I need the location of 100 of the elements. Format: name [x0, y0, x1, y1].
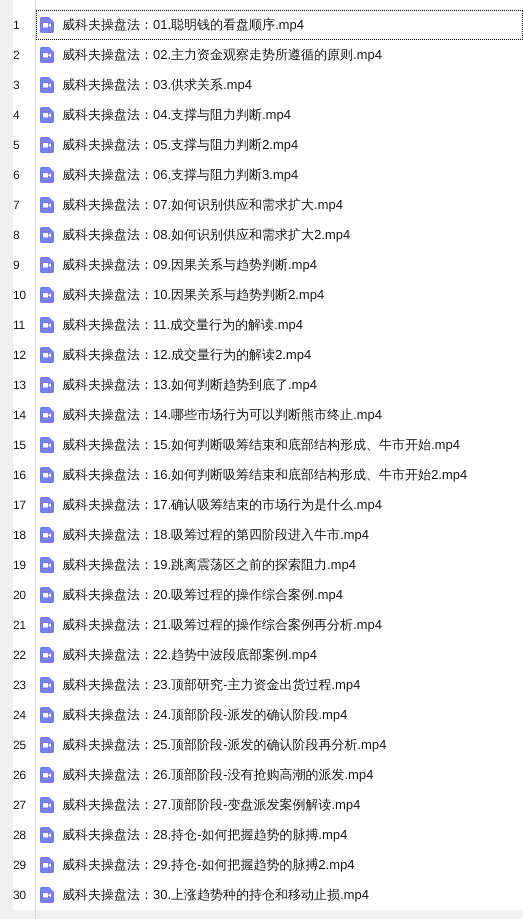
- file-row[interactable]: 威科夫操盘法：01.聪明钱的看盘顺序.mp4: [36, 10, 523, 40]
- file-row[interactable]: 威科夫操盘法：12.成交量行为的解读2.mp4: [36, 340, 523, 370]
- file-row[interactable]: 威科夫操盘法：09.因果关系与趋势判断.mp4: [36, 250, 523, 280]
- file-row[interactable]: 威科夫操盘法：16.如何判断吸筹结束和底部结构形成、牛市开始2.mp4: [36, 460, 523, 490]
- file-row[interactable]: 威科夫操盘法：22.趋势中波段底部案例.mp4: [36, 640, 523, 670]
- file-row[interactable]: 威科夫操盘法：10.因果关系与趋势判断2.mp4: [36, 280, 523, 310]
- file-row[interactable]: 威科夫操盘法：03.供求关系.mp4: [36, 70, 523, 100]
- file-name: 威科夫操盘法：02.主力资金观察走势所遵循的原则.mp4: [62, 46, 382, 64]
- row-number: 12: [13, 347, 26, 364]
- file-name: 威科夫操盘法：29.持仓-如何把握趋势的脉搏2.mp4: [62, 856, 355, 874]
- row-number: 7: [13, 197, 20, 214]
- video-file-icon: [40, 827, 54, 843]
- video-file-icon: [40, 857, 54, 873]
- file-row[interactable]: 威科夫操盘法：06.支撑与阻力判断3.mp4: [36, 160, 523, 190]
- video-file-icon: [40, 467, 54, 483]
- file-row[interactable]: 威科夫操盘法：07.如何识别供应和需求扩大.mp4: [36, 190, 523, 220]
- file-row[interactable]: 威科夫操盘法：19.跳离震荡区之前的探索阻力.mp4: [36, 550, 523, 580]
- row-number: 28: [13, 827, 26, 844]
- video-file-icon: [40, 227, 54, 243]
- file-row[interactable]: 威科夫操盘法：17.确认吸筹结束的市场行为是什么.mp4: [36, 490, 523, 520]
- row-number: 8: [13, 227, 20, 244]
- video-file-icon: [40, 497, 54, 513]
- row-number: 4: [13, 107, 20, 124]
- file-name: 威科夫操盘法：16.如何判断吸筹结束和底部结构形成、牛市开始2.mp4: [62, 466, 468, 484]
- video-file-icon: [40, 407, 54, 423]
- file-row[interactable]: 威科夫操盘法：20.吸筹过程的操作综合案例.mp4: [36, 580, 523, 610]
- video-file-icon: [40, 887, 54, 903]
- file-row[interactable]: 威科夫操盘法：15.如何判断吸筹结束和底部结构形成、牛市开始.mp4: [36, 430, 523, 460]
- row-number: 9: [13, 257, 20, 274]
- file-name: 威科夫操盘法：14.哪些市场行为可以判断熊市终止.mp4: [62, 406, 382, 424]
- file-row[interactable]: 威科夫操盘法：14.哪些市场行为可以判断熊市终止.mp4: [36, 400, 523, 430]
- file-row[interactable]: 威科夫操盘法：26.顶部阶段-没有抢购高潮的派发.mp4: [36, 760, 523, 790]
- video-file-icon: [40, 797, 54, 813]
- row-number: 21: [13, 617, 26, 634]
- file-name: 威科夫操盘法：18.吸筹过程的第四阶段进入牛市.mp4: [62, 526, 369, 544]
- file-row[interactable]: 威科夫操盘法：08.如何识别供应和需求扩大2.mp4: [36, 220, 523, 250]
- video-file-icon: [40, 77, 54, 93]
- file-name: 威科夫操盘法：24.顶部阶段-派发的确认阶段.mp4: [62, 706, 348, 724]
- file-name: 威科夫操盘法：27.顶部阶段-变盘派发案例解读.mp4: [62, 796, 360, 814]
- file-row[interactable]: 威科夫操盘法：28.持仓-如何把握趋势的脉搏.mp4: [36, 820, 523, 850]
- row-number: 22: [13, 647, 26, 664]
- file-row[interactable]: 威科夫操盘法：24.顶部阶段-派发的确认阶段.mp4: [36, 700, 523, 730]
- video-file-icon: [40, 737, 54, 753]
- video-file-icon: [40, 137, 54, 153]
- file-row[interactable]: 威科夫操盘法：21.吸筹过程的操作综合案例再分析.mp4: [36, 610, 523, 640]
- row-number: 29: [13, 857, 26, 874]
- file-row[interactable]: 威科夫操盘法：18.吸筹过程的第四阶段进入牛市.mp4: [36, 520, 523, 550]
- row-number: 15: [13, 437, 26, 454]
- file-name: 威科夫操盘法：11.成交量行为的解读.mp4: [62, 316, 304, 334]
- video-file-icon: [40, 317, 54, 333]
- row-number: 26: [13, 767, 26, 784]
- file-row[interactable]: 威科夫操盘法：27.顶部阶段-变盘派发案例解读.mp4: [36, 790, 523, 820]
- video-file-icon: [40, 287, 54, 303]
- file-name: 威科夫操盘法：03.供求关系.mp4: [62, 76, 252, 94]
- file-name: 威科夫操盘法：23.顶部研究-主力资金出货过程.mp4: [62, 676, 360, 694]
- file-row[interactable]: 威科夫操盘法：23.顶部研究-主力资金出货过程.mp4: [36, 670, 523, 700]
- row-number: 17: [13, 497, 26, 514]
- video-file-icon: [40, 677, 54, 693]
- video-file-icon: [40, 167, 54, 183]
- row-number: 5: [13, 137, 20, 154]
- row-number: 30: [13, 887, 26, 904]
- file-row[interactable]: 威科夫操盘法：05.支撑与阻力判断2.mp4: [36, 130, 523, 160]
- row-number: 1: [13, 17, 20, 34]
- file-name: 威科夫操盘法：10.因果关系与趋势判断2.mp4: [62, 286, 324, 304]
- file-name: 威科夫操盘法：28.持仓-如何把握趋势的脉搏.mp4: [62, 826, 348, 844]
- file-name: 威科夫操盘法：26.顶部阶段-没有抢购高潮的派发.mp4: [62, 766, 374, 784]
- row-number: 18: [13, 527, 26, 544]
- video-file-icon: [40, 527, 54, 543]
- file-name: 威科夫操盘法：13.如何判断趋势到底了.mp4: [62, 376, 317, 394]
- file-row[interactable]: 威科夫操盘法：29.持仓-如何把握趋势的脉搏2.mp4: [36, 850, 523, 880]
- file-name: 威科夫操盘法：25.顶部阶段-派发的确认阶段再分析.mp4: [62, 736, 386, 754]
- video-file-icon: [40, 197, 54, 213]
- file-name: 威科夫操盘法：01.聪明钱的看盘顺序.mp4: [62, 16, 304, 34]
- video-file-icon: [40, 107, 54, 123]
- file-row[interactable]: 威科夫操盘法：13.如何判断趋势到底了.mp4: [36, 370, 523, 400]
- video-file-icon: [40, 17, 54, 33]
- file-row[interactable]: 威科夫操盘法：02.主力资金观察走势所遵循的原则.mp4: [36, 40, 523, 70]
- file-name: 威科夫操盘法：15.如何判断吸筹结束和底部结构形成、牛市开始.mp4: [62, 436, 460, 454]
- file-name: 威科夫操盘法：04.支撑与阻力判断.mp4: [62, 106, 291, 124]
- video-file-icon: [40, 617, 54, 633]
- row-number: 10: [13, 287, 26, 304]
- file-row[interactable]: 威科夫操盘法：25.顶部阶段-派发的确认阶段再分析.mp4: [36, 730, 523, 760]
- video-file-icon: [40, 557, 54, 573]
- file-name: 威科夫操盘法：21.吸筹过程的操作综合案例再分析.mp4: [62, 616, 382, 634]
- row-number: 27: [13, 797, 26, 814]
- file-name: 威科夫操盘法：30.上涨趋势种的持仓和移动止损.mp4: [62, 886, 369, 904]
- row-number: 14: [13, 407, 26, 424]
- video-file-icon: [40, 587, 54, 603]
- file-row[interactable]: 威科夫操盘法：11.成交量行为的解读.mp4: [36, 310, 523, 340]
- video-file-icon: [40, 257, 54, 273]
- row-number: 24: [13, 707, 26, 724]
- row-number: 13: [13, 377, 26, 394]
- video-file-icon: [40, 647, 54, 663]
- video-file-icon: [40, 707, 54, 723]
- file-name: 威科夫操盘法：07.如何识别供应和需求扩大.mp4: [62, 196, 343, 214]
- file-name: 威科夫操盘法：08.如何识别供应和需求扩大2.mp4: [62, 226, 350, 244]
- file-row[interactable]: 威科夫操盘法：30.上涨趋势种的持仓和移动止损.mp4: [36, 880, 523, 910]
- file-row[interactable]: 威科夫操盘法：04.支撑与阻力判断.mp4: [36, 100, 523, 130]
- row-number: 20: [13, 587, 26, 604]
- file-name: 威科夫操盘法：12.成交量行为的解读2.mp4: [62, 346, 312, 364]
